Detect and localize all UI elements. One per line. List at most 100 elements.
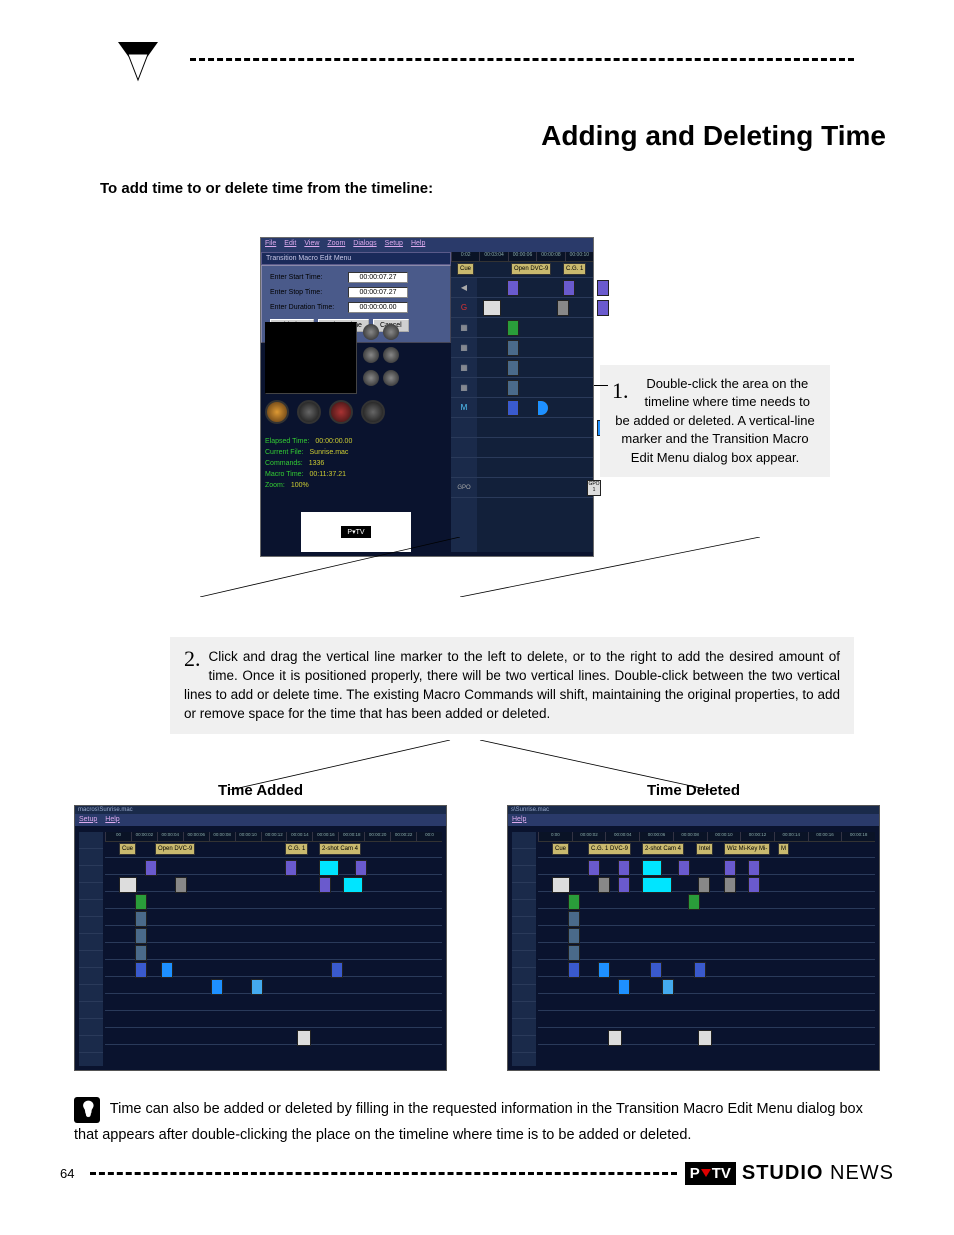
tag-m[interactable]: M: [778, 843, 789, 855]
dialog-title: Transition Macro Edit Menu: [261, 252, 451, 265]
tag-shot[interactable]: 2-shot Cam 4: [319, 843, 361, 855]
leader-line: [460, 537, 760, 597]
tag-open[interactable]: Open DVC-9: [511, 263, 551, 275]
ruler-tick: 00:03:04: [479, 252, 507, 261]
ruler-tick: 00:00:16: [312, 832, 338, 841]
triangle-down-icon: [701, 1169, 711, 1177]
jog-wheel-icon[interactable]: [361, 400, 385, 424]
ruler-tick: 00:00:20: [364, 832, 390, 841]
tag-wiz[interactable]: Wiz Mi-Key Mi-: [724, 843, 770, 855]
ruler-tick: 00:00:12: [740, 832, 774, 841]
tag-cg[interactable]: C.G. 1 DVC-9: [588, 843, 631, 855]
brand-text: STUDIO NEWS: [742, 1162, 894, 1185]
stop-time-label: Enter Stop Time:: [270, 289, 348, 296]
menu-setup[interactable]: Setup: [79, 816, 97, 824]
menu-file[interactable]: File: [265, 240, 276, 250]
screenshot-time-deleted: s\Sunrise.mac Help 0:0000:00:0200:00:040…: [507, 805, 880, 1071]
stat-value: 100%: [291, 482, 309, 489]
knob-icon[interactable]: [383, 324, 399, 340]
header-dashes: [190, 58, 854, 61]
left-panel: Elapsed Time:00:00:00.00 Current File:Su…: [261, 320, 451, 555]
logo-icon: [110, 40, 166, 96]
tip-paragraph: Time can also be added or deleted by fil…: [60, 1099, 894, 1146]
file-path: s\Sunrise.mac: [508, 806, 879, 814]
stat-value: 1336: [309, 460, 325, 467]
tag-intel[interactable]: Intel: [696, 843, 713, 855]
knob-icon[interactable]: [363, 324, 379, 340]
page-header-decor: [60, 40, 894, 100]
step2-callout: 2. Click and drag the vertical line mark…: [170, 637, 854, 734]
file-path: macros\Sunrise.mac: [75, 806, 446, 814]
tag-cg[interactable]: C.G. 1: [285, 843, 308, 855]
ruler-tick: 0:00: [538, 832, 572, 841]
stat-label: Commands:: [265, 460, 303, 467]
ruler-tick: 00:00:06: [508, 252, 536, 261]
ruler-tick: 00:00:14: [774, 832, 808, 841]
leader-line: [200, 537, 460, 597]
ruler-tick: 00:00:18: [338, 832, 364, 841]
leader-line: [594, 385, 608, 386]
stat-label: Macro Time:: [265, 471, 304, 478]
knob-icon[interactable]: [383, 370, 399, 386]
tag-shot[interactable]: 2-shot Cam 4: [642, 843, 684, 855]
tag-open[interactable]: Open DVC-9: [155, 843, 195, 855]
menu-edit[interactable]: Edit: [284, 240, 296, 250]
ruler-tick: 00:00:18: [841, 832, 875, 841]
menu-help[interactable]: Help: [411, 240, 425, 250]
app-menubar: File Edit View Zoom Dialogs Setup Help: [261, 238, 593, 252]
jog-wheel-icon[interactable]: [297, 400, 321, 424]
menu-zoom[interactable]: Zoom: [327, 240, 345, 250]
page-number: 64: [60, 1166, 74, 1181]
preview-monitor: [265, 322, 357, 394]
brand-box: P TV: [685, 1162, 736, 1185]
page-title: Adding and Deleting Time: [60, 120, 886, 152]
tag-cue[interactable]: Cue: [119, 843, 136, 855]
start-time-input[interactable]: [348, 272, 408, 283]
knob-icon[interactable]: [363, 370, 379, 386]
duration-time-label: Enter Duration Time:: [270, 304, 348, 311]
ruler-tick: 00:00:10: [707, 832, 741, 841]
jog-wheel-icon[interactable]: [329, 400, 353, 424]
ruler-tick: 00:00:22: [390, 832, 416, 841]
menu-dialogs[interactable]: Dialogs: [353, 240, 376, 250]
ruler-tick: 00:0: [416, 832, 442, 841]
menu-view[interactable]: View: [304, 240, 319, 250]
time-added-col: Time Added macros\Sunrise.mac Setup Help…: [74, 782, 447, 1071]
stat-label: Elapsed Time:: [265, 438, 309, 445]
stat-label: Zoom:: [265, 482, 285, 489]
tag-row: Cue Open DVC-9 C.G. 1: [451, 262, 593, 278]
step-number: 2.: [184, 643, 201, 674]
page-footer: 64 P TV STUDIO NEWS: [60, 1159, 894, 1187]
knob-icon[interactable]: [383, 347, 399, 363]
duration-time-input[interactable]: [348, 302, 408, 313]
stat-value: 00:11:37.21: [310, 471, 346, 478]
leader-lines: [200, 740, 740, 790]
step2-text: Click and drag the vertical line marker …: [184, 649, 840, 721]
timeline-ruler: 0:02 00:03:04 00:00:06 00:00:08 00:00:10: [451, 252, 593, 262]
intro-text: To add time to or delete time from the t…: [100, 180, 894, 197]
ruler-tick: 00:00:08: [536, 252, 564, 261]
brand-news: NEWS: [823, 1162, 894, 1184]
lightbulb-icon: [74, 1097, 100, 1123]
tag-cue[interactable]: Cue: [552, 843, 569, 855]
tag-cg[interactable]: C.G. 1: [563, 263, 586, 275]
knob-icon[interactable]: [363, 347, 379, 363]
ruler-tick: 00:00:04: [605, 832, 639, 841]
macro-editor-screenshot: File Edit View Zoom Dialogs Setup Help 0…: [260, 237, 594, 557]
stat-value: 00:00:00.00: [315, 438, 352, 445]
start-time-label: Enter Start Time:: [270, 274, 348, 281]
step-number: 1.: [612, 375, 629, 406]
footer-brand: P TV STUDIO NEWS: [685, 1162, 894, 1185]
ruler-tick: 00:00:04: [157, 832, 183, 841]
ruler-tick: 00:00:08: [673, 832, 707, 841]
ruler-tick: 00:00:06: [639, 832, 673, 841]
timeline-area[interactable]: 0:02 00:03:04 00:00:06 00:00:08 00:00:10…: [451, 252, 593, 552]
jog-wheel-icon[interactable]: [265, 400, 289, 424]
menu-help[interactable]: Help: [512, 816, 526, 824]
stop-time-input[interactable]: [348, 287, 408, 298]
tag-cue[interactable]: Cue: [457, 263, 474, 275]
time-deleted-col: Time Deleted s\Sunrise.mac Help 0:0000:0…: [507, 782, 880, 1071]
menu-setup[interactable]: Setup: [385, 240, 403, 250]
menu-help[interactable]: Help: [105, 816, 119, 824]
stat-label: Current File:: [265, 449, 304, 456]
